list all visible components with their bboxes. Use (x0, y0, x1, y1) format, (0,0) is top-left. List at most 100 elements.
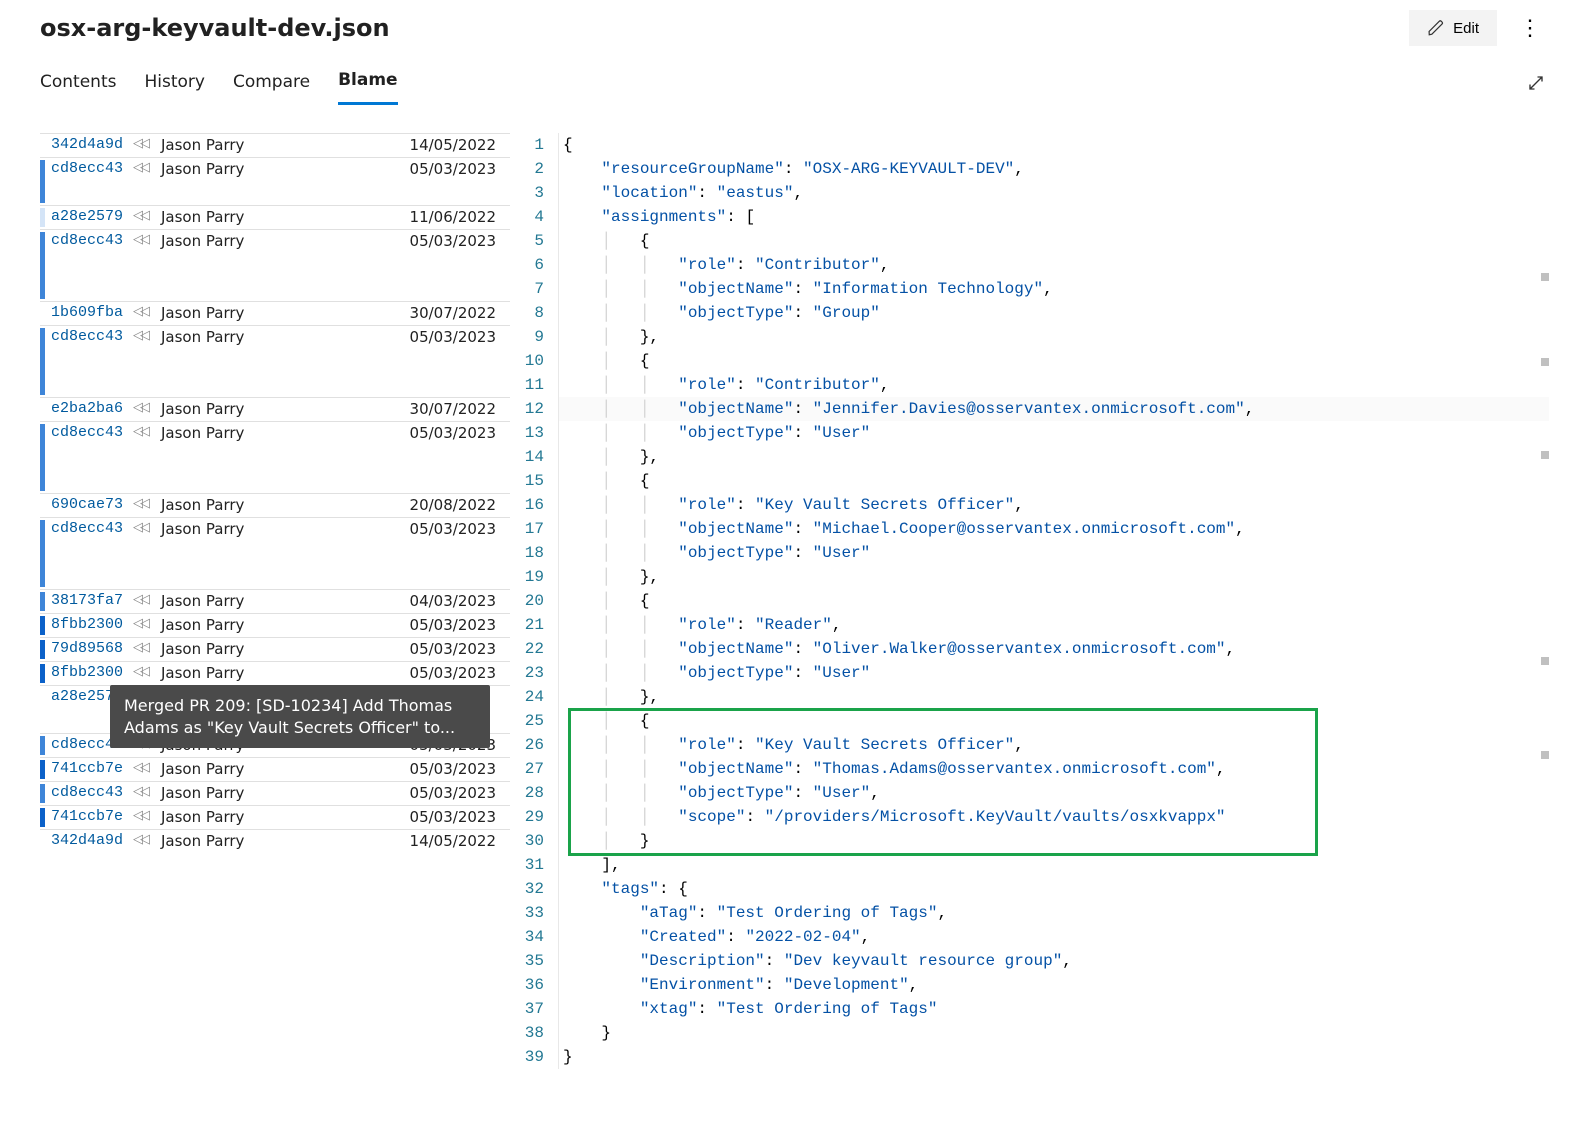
code-line[interactable]: 36 "Environment": "Development", (510, 973, 1549, 997)
line-number[interactable]: 3 (510, 181, 558, 205)
code-line[interactable]: 31 ], (510, 853, 1549, 877)
code-text[interactable]: │ │ "role": "Reader", (558, 613, 1549, 637)
line-number[interactable]: 6 (510, 253, 558, 277)
line-number[interactable]: 18 (510, 541, 558, 565)
line-number[interactable]: 17 (510, 517, 558, 541)
commit-hash[interactable]: 342d4a9d (51, 832, 133, 849)
line-number[interactable]: 10 (510, 349, 558, 373)
view-previous-icon[interactable]: ◁◁ (133, 784, 157, 799)
code-text[interactable]: │ { (558, 589, 1549, 613)
code-line[interactable]: 22 │ │ "objectName": "Oliver.Walker@osse… (510, 637, 1549, 661)
fullscreen-button[interactable] (1523, 70, 1549, 99)
commit-hash[interactable]: cd8ecc43 (51, 424, 133, 441)
code-line[interactable]: 16 │ │ "role": "Key Vault Secrets Office… (510, 493, 1549, 517)
line-number[interactable]: 14 (510, 445, 558, 469)
code-column[interactable]: 1{2 "resourceGroupName": "OSX-ARG-KEYVAU… (510, 133, 1549, 1069)
code-line[interactable]: 21 │ │ "role": "Reader", (510, 613, 1549, 637)
code-text[interactable]: │ }, (558, 565, 1549, 589)
code-text[interactable]: │ { (558, 469, 1549, 493)
code-text[interactable]: │ │ "objectType": "User" (558, 421, 1549, 445)
code-line[interactable]: 29 │ │ "scope": "/providers/Microsoft.Ke… (510, 805, 1549, 829)
code-line[interactable]: 18 │ │ "objectType": "User" (510, 541, 1549, 565)
commit-hash[interactable]: 79d89568 (51, 640, 133, 657)
commit-hash[interactable]: a28e2579 (51, 208, 133, 225)
code-text[interactable]: │ │ "scope": "/providers/Microsoft.KeyVa… (558, 805, 1549, 829)
view-previous-icon[interactable]: ◁◁ (133, 328, 157, 343)
commit-hash[interactable]: 741ccb7e (51, 808, 133, 825)
code-text[interactable]: "Description": "Dev keyvault resource gr… (558, 949, 1549, 973)
code-line[interactable]: 11 │ │ "role": "Contributor", (510, 373, 1549, 397)
code-line[interactable]: 3 "location": "eastus", (510, 181, 1549, 205)
line-number[interactable]: 25 (510, 709, 558, 733)
code-text[interactable]: │ │ "objectType": "User" (558, 661, 1549, 685)
code-text[interactable]: │ │ "role": "Key Vault Secrets Officer", (558, 733, 1549, 757)
code-text[interactable]: } (558, 1045, 1549, 1069)
commit-hash[interactable]: 8fbb2300 (51, 616, 133, 633)
code-line[interactable]: 1{ (510, 133, 1549, 157)
line-number[interactable]: 13 (510, 421, 558, 445)
line-number[interactable]: 12 (510, 397, 558, 421)
tab-history[interactable]: History (144, 66, 204, 104)
line-number[interactable]: 11 (510, 373, 558, 397)
line-number[interactable]: 24 (510, 685, 558, 709)
code-line[interactable]: 14 │ }, (510, 445, 1549, 469)
commit-hash[interactable]: 8fbb2300 (51, 664, 133, 681)
view-previous-icon[interactable]: ◁◁ (133, 496, 157, 511)
code-text[interactable]: "aTag": "Test Ordering of Tags", (558, 901, 1549, 925)
code-line[interactable]: 7 │ │ "objectName": "Information Technol… (510, 277, 1549, 301)
line-number[interactable]: 33 (510, 901, 558, 925)
code-line[interactable]: 4 "assignments": [ (510, 205, 1549, 229)
code-text[interactable]: │ }, (558, 685, 1549, 709)
view-previous-icon[interactable]: ◁◁ (133, 808, 157, 823)
code-text[interactable]: "resourceGroupName": "OSX-ARG-KEYVAULT-D… (558, 157, 1549, 181)
code-line[interactable]: 2 "resourceGroupName": "OSX-ARG-KEYVAULT… (510, 157, 1549, 181)
code-text[interactable]: "Created": "2022-02-04", (558, 925, 1549, 949)
code-text[interactable]: } (558, 1021, 1549, 1045)
view-previous-icon[interactable]: ◁◁ (133, 208, 157, 223)
commit-hash[interactable]: 741ccb7e (51, 760, 133, 777)
line-number[interactable]: 30 (510, 829, 558, 853)
code-line[interactable]: 37 "xtag": "Test Ordering of Tags" (510, 997, 1549, 1021)
code-text[interactable]: │ { (558, 349, 1549, 373)
tab-compare[interactable]: Compare (233, 66, 310, 104)
commit-hash[interactable]: e2ba2ba6 (51, 400, 133, 417)
code-line[interactable]: 38 } (510, 1021, 1549, 1045)
code-text[interactable]: │ { (558, 709, 1549, 733)
view-previous-icon[interactable]: ◁◁ (133, 640, 157, 655)
code-text[interactable]: { (558, 133, 1549, 157)
code-line[interactable]: 26 │ │ "role": "Key Vault Secrets Office… (510, 733, 1549, 757)
line-number[interactable]: 31 (510, 853, 558, 877)
line-number[interactable]: 15 (510, 469, 558, 493)
line-number[interactable]: 2 (510, 157, 558, 181)
code-text[interactable]: │ │ "objectType": "User" (558, 541, 1549, 565)
code-line[interactable]: 23 │ │ "objectType": "User" (510, 661, 1549, 685)
line-number[interactable]: 20 (510, 589, 558, 613)
line-number[interactable]: 36 (510, 973, 558, 997)
view-previous-icon[interactable]: ◁◁ (133, 664, 157, 679)
code-text[interactable]: │ │ "objectName": "Jennifer.Davies@osser… (558, 397, 1549, 421)
line-number[interactable]: 23 (510, 661, 558, 685)
line-number[interactable]: 34 (510, 925, 558, 949)
view-previous-icon[interactable]: ◁◁ (133, 304, 157, 319)
line-number[interactable]: 27 (510, 757, 558, 781)
line-number[interactable]: 5 (510, 229, 558, 253)
code-line[interactable]: 15 │ { (510, 469, 1549, 493)
view-previous-icon[interactable]: ◁◁ (133, 592, 157, 607)
view-previous-icon[interactable]: ◁◁ (133, 136, 157, 151)
line-number[interactable]: 19 (510, 565, 558, 589)
code-text[interactable]: │ │ "objectName": "Michael.Cooper@osserv… (558, 517, 1549, 541)
overview-marker[interactable] (1541, 273, 1549, 281)
tab-contents[interactable]: Contents (40, 66, 116, 104)
code-text[interactable]: │ │ "objectName": "Oliver.Walker@osserva… (558, 637, 1549, 661)
code-line[interactable]: 30 │ } (510, 829, 1549, 853)
line-number[interactable]: 8 (510, 301, 558, 325)
view-previous-icon[interactable]: ◁◁ (133, 232, 157, 247)
more-button[interactable]: ⋮ (1511, 13, 1549, 43)
code-line[interactable]: 28 │ │ "objectType": "User", (510, 781, 1549, 805)
code-line[interactable]: 5 │ { (510, 229, 1549, 253)
code-text[interactable]: ], (558, 853, 1549, 877)
commit-hash[interactable]: 1b609fba (51, 304, 133, 321)
code-line[interactable]: 10 │ { (510, 349, 1549, 373)
code-text[interactable]: "assignments": [ (558, 205, 1549, 229)
commit-hash[interactable]: cd8ecc43 (51, 784, 133, 801)
